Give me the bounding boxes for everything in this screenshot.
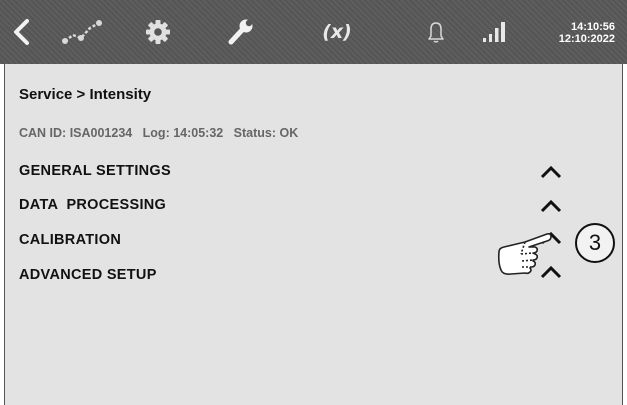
collapse-chevron-icon[interactable] bbox=[540, 199, 562, 213]
variable-fx-icon: (x) bbox=[322, 21, 352, 43]
section-data-processing[interactable]: DATA PROCESSING bbox=[19, 197, 166, 213]
alarms-button[interactable] bbox=[418, 0, 454, 64]
collapse-chevron-icon[interactable] bbox=[540, 165, 562, 179]
section-calibration[interactable]: CALIBRATION bbox=[19, 232, 121, 248]
service-button[interactable] bbox=[220, 0, 260, 64]
bell-icon bbox=[428, 22, 444, 43]
variables-button[interactable]: (x) bbox=[312, 0, 362, 64]
trend-chart-icon bbox=[62, 20, 102, 44]
wrench-icon bbox=[228, 19, 253, 45]
step-number-badge: 3 bbox=[575, 223, 615, 263]
time-readout: 14:10:56 bbox=[570, 21, 615, 33]
back-button[interactable] bbox=[2, 0, 42, 64]
back-icon bbox=[14, 19, 29, 45]
section-general-settings[interactable]: GENERAL SETTINGS bbox=[19, 163, 171, 179]
content-panel: Service > Intensity CAN ID: ISA001234 Lo… bbox=[5, 64, 622, 405]
settings-button[interactable] bbox=[138, 0, 178, 64]
section-advanced-setup[interactable]: ADVANCED SETUP bbox=[19, 267, 157, 283]
signal-bars-icon bbox=[483, 22, 505, 42]
date-readout: 12:10:2022 bbox=[558, 33, 615, 45]
device-info-line: CAN ID: ISA001234 Log: 14:05:32 Status: … bbox=[19, 126, 299, 140]
hand-pointer-icon bbox=[497, 233, 552, 275]
gear-icon bbox=[146, 20, 170, 44]
top-toolbar: (x) 14:10:56 12:10:2022 bbox=[0, 0, 627, 64]
device-screen: (x) 14:10:56 12:10:2022 Service > Intens… bbox=[0, 0, 627, 405]
clock: 14:10:56 12:10:2022 bbox=[559, 21, 615, 45]
right-border bbox=[622, 64, 623, 405]
signal-status bbox=[476, 0, 512, 64]
trend-button[interactable] bbox=[55, 0, 111, 64]
breadcrumb: Service > Intensity bbox=[19, 86, 152, 103]
